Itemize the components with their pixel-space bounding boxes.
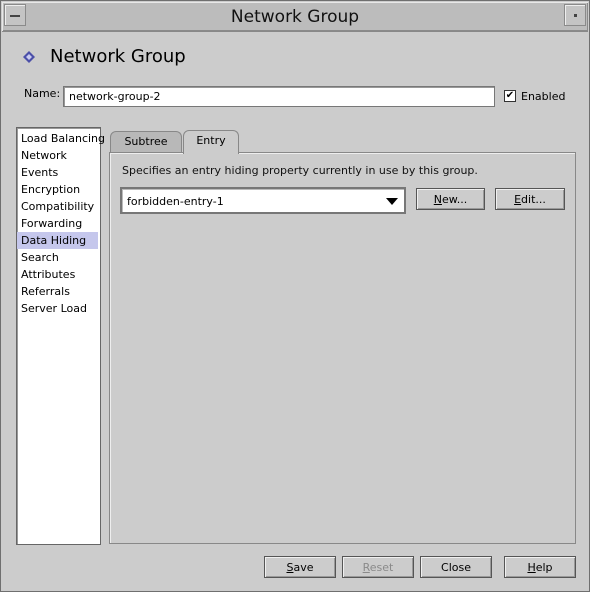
enabled-checkbox[interactable]: ✔ [504, 90, 516, 102]
edit-button-mnemonic: E [514, 193, 522, 206]
new-entry-button[interactable]: New... [416, 188, 485, 210]
checkmark-icon: ✔ [505, 90, 515, 101]
diamond-icon [23, 51, 35, 63]
help-button-mnemonic: H [527, 561, 536, 574]
sidebar-item-data-hiding[interactable]: Data Hiding [17, 232, 98, 249]
sidebar-item-load-balancing[interactable]: Load Balancing [17, 130, 105, 147]
close-button[interactable]: Close [420, 556, 492, 578]
tab-entry[interactable]: Entry [183, 130, 239, 154]
help-button[interactable]: Help [504, 556, 576, 578]
sidebar-item-server-load[interactable]: Server Load [17, 300, 98, 317]
sidebar-item-forwarding[interactable]: Forwarding [17, 215, 98, 232]
new-button-label: ew... [441, 193, 468, 206]
tab-subtree[interactable]: Subtree [110, 131, 182, 153]
entry-select[interactable]: forbidden-entry-1 [120, 187, 406, 214]
title-bar[interactable]: Network Group [2, 2, 588, 32]
category-list: Load Balancing Network Events Encryption… [16, 127, 105, 545]
network-group-window: Network Group Network Group Name: ✔ Enab… [0, 0, 590, 592]
name-input[interactable] [63, 86, 495, 107]
entry-tab-panel: Specifies an entry hiding property curre… [109, 152, 576, 544]
entry-description: Specifies an entry hiding property curre… [122, 164, 478, 177]
enabled-label: Enabled [521, 90, 566, 103]
window-title: Network Group [230, 7, 360, 27]
reset-button-label: eset [369, 561, 394, 574]
sidebar-item-attributes[interactable]: Attributes [17, 266, 98, 283]
sidebar-item-referrals[interactable]: Referrals [17, 283, 98, 300]
sidebar-item-network[interactable]: Network [17, 147, 98, 164]
save-button-label: ave [293, 561, 314, 574]
sidebar-item-encryption[interactable]: Encryption [17, 181, 98, 198]
edit-entry-button[interactable]: Edit... [495, 188, 565, 210]
name-label: Name: [24, 87, 61, 100]
reset-button[interactable]: Reset [342, 556, 414, 578]
chevron-down-icon[interactable] [386, 198, 398, 205]
save-button[interactable]: Save [264, 556, 336, 578]
reset-button-mnemonic: R [362, 561, 370, 574]
entry-select-value: forbidden-entry-1 [127, 195, 224, 208]
sidebar-item-compatibility[interactable]: Compatibility [17, 198, 98, 215]
help-button-label: elp [535, 561, 553, 574]
minimize-icon[interactable] [564, 4, 586, 26]
sidebar-item-events[interactable]: Events [17, 164, 98, 181]
page-title: Network Group [50, 46, 186, 67]
sidebar-item-search[interactable]: Search [17, 249, 98, 266]
new-button-mnemonic: N [433, 193, 442, 206]
edit-button-label: dit... [521, 193, 546, 206]
